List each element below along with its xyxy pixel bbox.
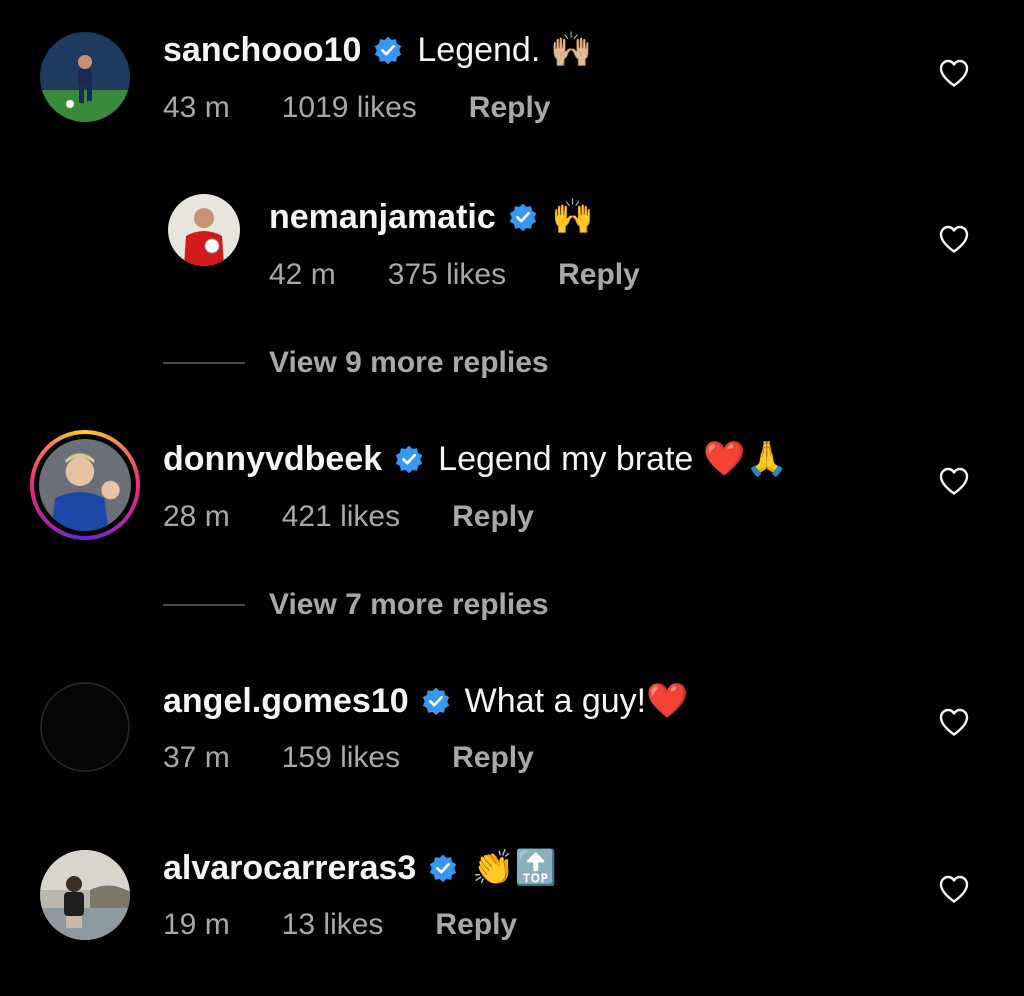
view-more-replies-label: View 7 more replies (269, 588, 549, 621)
reply-button[interactable]: Reply (452, 499, 534, 535)
avatar (39, 439, 131, 531)
verified-badge-icon (508, 202, 538, 232)
comment-time: 19 m (163, 908, 230, 941)
comment-username[interactable]: donnyvdbeek (163, 439, 382, 479)
verified-badge-icon (421, 686, 451, 716)
view-more-replies-label: View 9 more replies (269, 346, 549, 379)
heart-outline-icon[interactable] (938, 707, 970, 737)
avatar[interactable] (40, 682, 130, 772)
comment-time: 28 m (163, 500, 230, 533)
comment-username[interactable]: alvarocarreras3 (163, 848, 416, 888)
comment-text: Legend. (417, 31, 541, 69)
comment-emoji: 👏🔝 (472, 848, 557, 888)
reply-button[interactable]: Reply (558, 257, 640, 293)
comment-text: What a guy! (464, 682, 647, 720)
comment-likes[interactable]: 1019 likes (282, 90, 417, 126)
view-more-replies-button[interactable]: View 9 more replies (163, 346, 549, 380)
comment-likes[interactable]: 159 likes (282, 740, 400, 776)
comment-likes[interactable]: 421 likes (282, 499, 400, 535)
comment-time: 37 m (163, 741, 230, 774)
comment-likes[interactable]: 13 likes (282, 907, 384, 943)
reply-button[interactable]: Reply (435, 907, 517, 943)
comment-emoji: ❤️🙏 (703, 439, 789, 479)
comment-emoji: ❤️ (646, 681, 689, 721)
comments-screen: sanchooo10 Legend. 🙌🏼 43 m 1019 likes Re… (0, 0, 1024, 996)
heart-outline-icon[interactable] (938, 58, 970, 88)
story-ring-avatar[interactable] (30, 430, 140, 540)
view-more-replies-button[interactable]: View 7 more replies (163, 588, 549, 622)
reply-button[interactable]: Reply (469, 90, 551, 126)
avatar[interactable] (40, 32, 130, 122)
comment-emoji: 🙌🏼 (550, 30, 593, 70)
comment-emoji: 🙌 (551, 197, 595, 237)
comment-username[interactable]: angel.gomes10 (163, 681, 409, 721)
heart-outline-icon[interactable] (938, 466, 970, 496)
divider (163, 362, 245, 364)
comment-time: 42 m (269, 258, 336, 291)
divider (163, 604, 245, 606)
comment-username[interactable]: nemanjamatic (269, 197, 496, 237)
avatar[interactable] (168, 194, 240, 266)
heart-outline-icon[interactable] (938, 874, 970, 904)
heart-outline-icon[interactable] (938, 224, 970, 254)
verified-badge-icon (373, 35, 403, 65)
verified-badge-icon (428, 853, 458, 883)
verified-badge-icon (394, 444, 424, 474)
comment-text: Legend my brate (438, 440, 694, 478)
comment-time: 43 m (163, 91, 230, 124)
comment-likes[interactable]: 375 likes (388, 257, 506, 293)
avatar[interactable] (40, 850, 130, 940)
reply-button[interactable]: Reply (452, 740, 534, 776)
comment-username[interactable]: sanchooo10 (163, 30, 361, 70)
